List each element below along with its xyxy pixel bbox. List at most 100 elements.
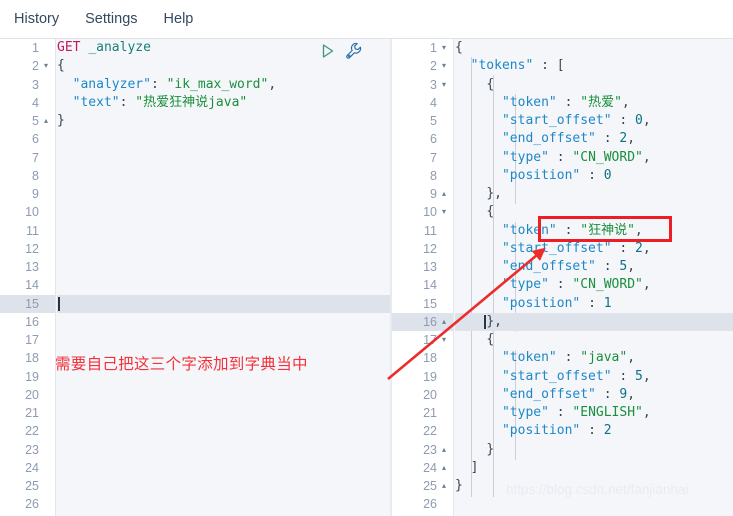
line-number: 13 xyxy=(423,260,437,274)
line-number: 19 xyxy=(423,369,437,384)
code-line[interactable]: { xyxy=(455,331,733,349)
line-number: 21 xyxy=(25,406,39,420)
code-line[interactable]: { xyxy=(455,76,733,94)
code-line[interactable] xyxy=(57,185,390,203)
line-number: 3 xyxy=(32,77,39,92)
request-pane[interactable]: 1 2 ▾ 3 4 5 ▴ 6 7 8 9 10 11 12 13 14 15 16 17 18 19 20 21 22 23 2… xyxy=(0,39,390,516)
menu-item-help[interactable]: Help xyxy=(164,0,194,38)
fold-open-icon[interactable]: ▾ xyxy=(41,57,51,75)
code-line[interactable]: "start_offset" : 2, xyxy=(455,240,733,258)
code-line[interactable] xyxy=(57,477,390,495)
code-line[interactable] xyxy=(57,203,390,221)
line-number: 9 xyxy=(32,187,39,201)
code-line[interactable]: { xyxy=(57,57,390,75)
menu-item-history[interactable]: History xyxy=(14,0,59,38)
line-number: 26 xyxy=(25,497,39,512)
code-line[interactable]: "analyzer": "ik_max_word", xyxy=(57,76,390,94)
code-line[interactable] xyxy=(57,422,390,440)
line-number: 17 ▾ xyxy=(392,331,453,349)
code-line[interactable]: "text": "热爱狂神说java" xyxy=(57,94,390,112)
code-line[interactable]: "type" : "ENGLISH", xyxy=(455,404,733,422)
fold-close-icon[interactable]: ▴ xyxy=(41,112,51,130)
code-line[interactable]: "type" : "CN_WORD", xyxy=(455,149,733,167)
code-line[interactable]: "end_offset" : 9, xyxy=(455,386,733,404)
code-line[interactable] xyxy=(455,495,733,513)
line-number: 16 xyxy=(25,314,39,329)
code-line[interactable] xyxy=(57,331,390,349)
fold-open-icon[interactable]: ▾ xyxy=(439,331,449,349)
line-number: 2 ▾ xyxy=(392,57,453,75)
code-line[interactable]: "start_offset" : 0, xyxy=(455,112,733,130)
fold-open-icon[interactable]: ▾ xyxy=(439,39,449,57)
code-line[interactable]: "token" : "热爱", xyxy=(455,94,733,112)
code-line[interactable]: "token" : "java", xyxy=(455,349,733,367)
code-line[interactable]: } xyxy=(57,112,390,130)
code-line[interactable] xyxy=(57,276,390,294)
code-line[interactable] xyxy=(57,167,390,185)
line-number: 1 ▾ xyxy=(392,39,453,57)
code-line[interactable] xyxy=(57,404,390,422)
fold-close-icon[interactable]: ▴ xyxy=(439,185,449,203)
fold-close-icon[interactable]: ▴ xyxy=(439,477,449,495)
response-gutter: 1 ▾ 2 ▾ 3 ▾ 4 5 6 7 8 9 ▴ 10 ▾ 11 12 13 14 15 16 ▴ 17 ▾ 18 19 20 21… xyxy=(392,39,454,516)
code-line[interactable]: } xyxy=(455,441,733,459)
line-number: 10 xyxy=(25,205,39,220)
fold-close-icon[interactable]: ▴ xyxy=(439,441,449,459)
line-number: 15 xyxy=(0,294,55,313)
code-line[interactable] xyxy=(57,386,390,404)
code-line[interactable] xyxy=(57,495,390,513)
code-line[interactable]: "type" : "CN_WORD", xyxy=(455,276,733,294)
code-line[interactable] xyxy=(57,441,390,459)
code-line[interactable]: }, xyxy=(455,185,733,203)
line-number: 17 xyxy=(25,333,39,347)
menu-item-settings[interactable]: Settings xyxy=(85,0,137,38)
code-line[interactable]: "token" : "狂神说", xyxy=(455,222,733,240)
code-line[interactable]: { xyxy=(455,203,733,221)
code-line[interactable] xyxy=(57,459,390,477)
fold-close-icon[interactable]: ▴ xyxy=(439,313,449,331)
line-number: 2 ▾ xyxy=(0,57,55,75)
code-line[interactable]: "end_offset" : 5, xyxy=(455,258,733,276)
code-line[interactable]: "position" : 2 xyxy=(455,422,733,440)
code-line[interactable] xyxy=(57,130,390,148)
code-line[interactable]: { xyxy=(455,39,733,57)
code-line[interactable]: GET _analyze xyxy=(57,39,390,57)
response-code-area[interactable]: { "tokens" : [ { "token" : "热爱", "start_… xyxy=(455,39,733,516)
line-number: 24 xyxy=(25,460,39,475)
code-line[interactable] xyxy=(57,258,390,276)
code-line[interactable]: "end_offset" : 2, xyxy=(455,130,733,148)
request-gutter: 1 2 ▾ 3 4 5 ▴ 6 7 8 9 10 11 12 13 14 15 16 17 18 19 20 21 22 23 2… xyxy=(0,39,56,516)
line-number: 6 xyxy=(32,132,39,147)
code-line[interactable] xyxy=(57,240,390,258)
text-cursor xyxy=(58,296,60,311)
line-number: 4 xyxy=(32,95,39,110)
fold-close-icon[interactable]: ▴ xyxy=(439,459,449,477)
code-line[interactable] xyxy=(57,149,390,167)
line-number: 26 xyxy=(423,497,437,512)
code-line[interactable]: "position" : 1 xyxy=(455,295,733,313)
code-line[interactable]: }, xyxy=(455,312,733,331)
line-number: 7 xyxy=(32,150,39,165)
fold-open-icon[interactable]: ▾ xyxy=(439,76,449,94)
code-line[interactable]: "start_offset" : 5, xyxy=(455,368,733,386)
line-number: 24 ▴ xyxy=(392,459,453,477)
code-line[interactable] xyxy=(57,313,390,331)
console-app: History Settings Help 1 2 ▾ 3 4 5 ▴ 6 7 8 9 10 11 12 1… xyxy=(0,0,733,516)
annotation-note: 需要自己把这三个字添加到字典当中 xyxy=(55,355,308,373)
line-number: 20 xyxy=(25,387,39,402)
code-line[interactable]: ] xyxy=(455,459,733,477)
line-number: 23 xyxy=(25,442,39,457)
code-line[interactable]: "position" : 0 xyxy=(455,167,733,185)
line-number: 14 xyxy=(25,278,39,293)
line-number: 14 xyxy=(423,278,437,293)
line-number: 12 xyxy=(423,241,437,256)
line-number: 1 xyxy=(32,41,39,55)
code-line[interactable]: "tokens" : [ xyxy=(455,57,733,75)
code-line[interactable] xyxy=(57,294,390,313)
request-code-area[interactable]: GET _analyze{ "analyzer": "ik_max_word",… xyxy=(57,39,390,516)
response-pane[interactable]: 1 ▾ 2 ▾ 3 ▾ 4 5 6 7 8 9 ▴ 10 ▾ 11 12 13 14 15 16 ▴ 17 ▾ 18 19 20 21… xyxy=(392,39,733,516)
line-number: 22 xyxy=(423,424,437,439)
code-line[interactable] xyxy=(57,222,390,240)
fold-open-icon[interactable]: ▾ xyxy=(439,203,449,221)
fold-open-icon[interactable]: ▾ xyxy=(439,57,449,75)
